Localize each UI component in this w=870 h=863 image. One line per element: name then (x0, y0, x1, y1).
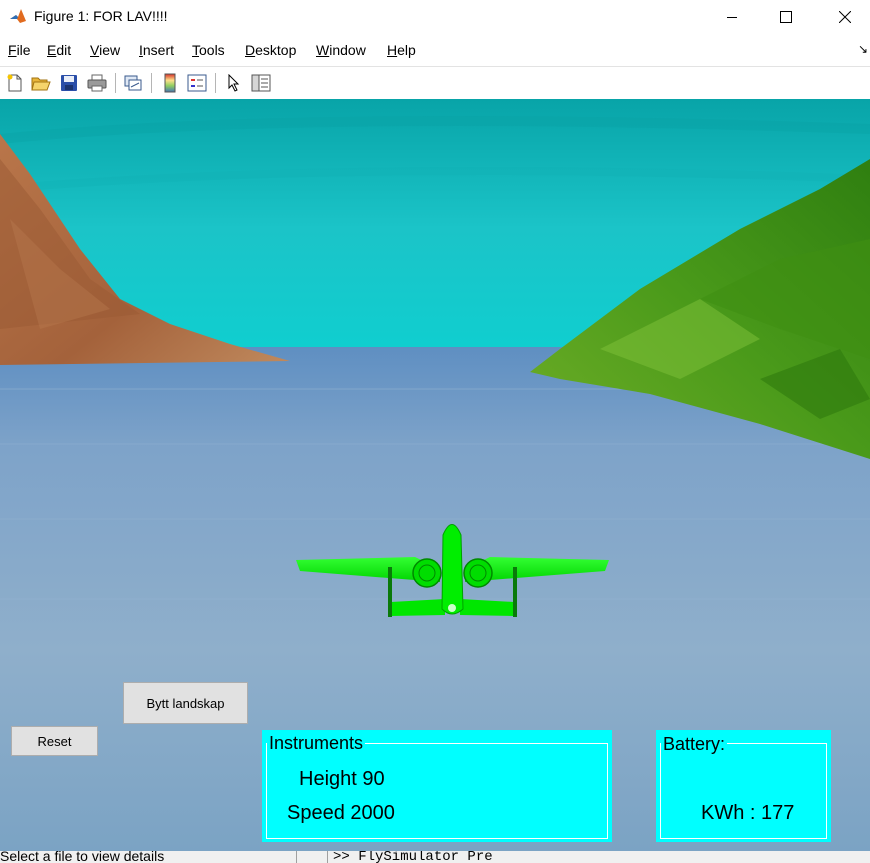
kwh-readout: KWh : 177 (701, 802, 795, 824)
insert-legend-button[interactable] (186, 72, 208, 94)
menu-help[interactable]: Help (387, 42, 416, 58)
new-figure-button[interactable] (4, 72, 26, 94)
menu-tools[interactable]: Tools (192, 42, 225, 58)
reset-button[interactable]: Reset (11, 726, 98, 756)
print-button[interactable] (86, 72, 108, 94)
save-button[interactable] (58, 72, 80, 94)
speed-readout: Speed 2000 (287, 802, 395, 824)
menu-bar: File Edit View Insert Tools Desktop Wind… (0, 38, 870, 62)
menu-insert[interactable]: Insert (139, 42, 174, 58)
maximize-icon (780, 11, 792, 23)
battery-title: Battery: (661, 734, 728, 755)
toolbar-separator (151, 73, 152, 93)
menu-file[interactable]: File (8, 42, 31, 58)
edit-plot-button[interactable] (223, 72, 245, 94)
flight-scene: Bytt landskap Reset Instruments Height 9… (0, 99, 870, 851)
insert-colorbar-button[interactable] (159, 72, 181, 94)
height-readout: Height 90 (299, 768, 385, 790)
minimize-button[interactable] (709, 0, 755, 34)
dock-arrow-icon[interactable]: ↘ (858, 42, 868, 56)
matlab-icon (10, 9, 26, 23)
close-button[interactable] (822, 0, 868, 34)
instruments-title: Instruments (267, 733, 366, 754)
window-title: Figure 1: FOR LAV!!!! (34, 8, 168, 24)
menu-view[interactable]: View (90, 42, 120, 58)
open-file-button[interactable] (30, 72, 52, 94)
command-window-line[interactable]: >> FlySimulator Pre (333, 851, 493, 863)
title-bar: Figure 1: FOR LAV!!!! (0, 0, 870, 34)
edit-plot-icon (228, 74, 240, 92)
legend-icon (187, 74, 207, 92)
toolbar-separator (215, 73, 216, 93)
maximize-button[interactable] (763, 0, 809, 34)
minimize-icon (727, 17, 737, 18)
toolbar-separator (115, 73, 116, 93)
link-plot-button[interactable] (122, 72, 144, 94)
figure-toolbar (0, 66, 870, 100)
bytt-landskap-button[interactable]: Bytt landskap (123, 682, 248, 724)
pane-divider (296, 851, 297, 863)
file-details-status: Select a file to view details (0, 851, 165, 863)
save-icon (61, 75, 77, 91)
open-file-icon (31, 77, 51, 91)
property-inspector-icon (251, 74, 271, 92)
battery-panel: Battery: KWh : 177 (656, 730, 831, 842)
new-figure-icon (7, 74, 22, 92)
instruments-panel: Instruments Height 90 Speed 2000 (262, 730, 612, 842)
menu-edit[interactable]: Edit (47, 42, 71, 58)
property-inspector-button[interactable] (250, 72, 272, 94)
colorbar-icon (164, 73, 176, 93)
link-plot-icon (124, 75, 142, 91)
close-icon (839, 11, 851, 23)
print-icon (87, 74, 107, 92)
menu-window[interactable]: Window (316, 42, 366, 58)
menu-desktop[interactable]: Desktop (245, 42, 296, 58)
background-window-strip: Select a file to view details >> FlySimu… (0, 851, 870, 863)
pane-divider (327, 851, 328, 863)
